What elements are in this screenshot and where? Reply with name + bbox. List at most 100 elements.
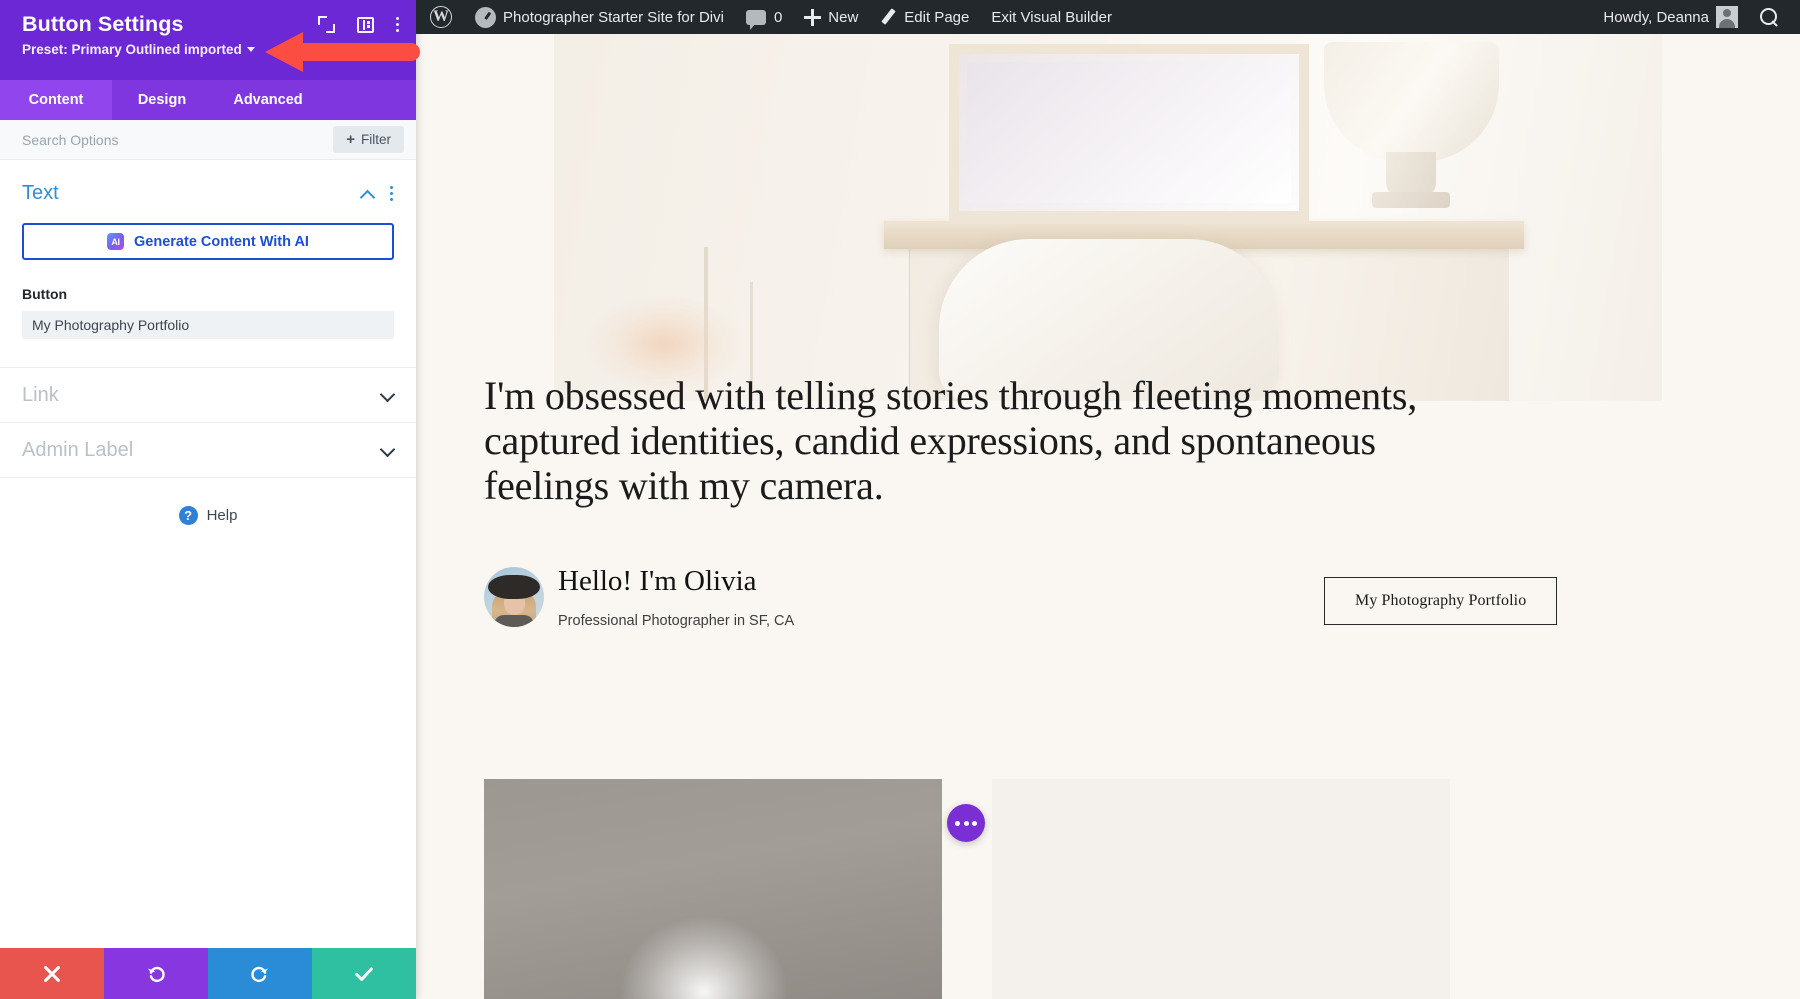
howdy-label: Howdy, Deanna [1603, 9, 1709, 26]
site-name-button[interactable]: Photographer Starter Site for Divi [464, 0, 735, 34]
app-root: W Photographer Starter Site for Divi 0 N… [0, 0, 1800, 999]
admin-label-section-title: Admin Label [22, 439, 133, 462]
site-name-label: Photographer Starter Site for Divi [503, 9, 724, 26]
comments-button[interactable]: 0 [735, 0, 793, 34]
chevron-down-icon[interactable] [381, 391, 394, 399]
photo-vase-bowl [1324, 42, 1499, 162]
avatar-body [494, 615, 534, 627]
ai-button-label: Generate Content With AI [134, 234, 309, 250]
search-icon [1760, 8, 1779, 27]
tab-design[interactable]: Design [112, 80, 212, 120]
exit-visual-builder-button[interactable]: Exit Visual Builder [980, 0, 1123, 34]
panel-body: Text AI Generate Content With AI Butt [0, 160, 416, 948]
tab-content[interactable]: Content [0, 80, 112, 120]
photo-picture-frame [949, 44, 1309, 224]
lower-image-card-left [484, 779, 942, 999]
section-kebab-dot-3 [390, 198, 393, 201]
close-x-icon [41, 963, 63, 985]
plus-icon: + [346, 132, 355, 147]
admin-search-button[interactable] [1749, 0, 1790, 34]
lower-image-card-right [992, 779, 1450, 999]
wordpress-logo-button[interactable]: W [416, 0, 464, 34]
filter-button[interactable]: + Filter [333, 126, 404, 153]
wordpress-logo-icon: W [430, 6, 452, 28]
text-section-title: Text [22, 182, 59, 205]
undo-arrow-icon [145, 963, 167, 985]
panel-header-icons [318, 16, 400, 33]
page-canvas: I'm obsessed with telling stories throug… [416, 34, 1800, 999]
panel-footer [0, 948, 416, 999]
photo-vase [1324, 42, 1499, 222]
save-button[interactable] [312, 948, 416, 999]
redo-arrow-icon [249, 963, 271, 985]
my-account-button[interactable]: Howdy, Deanna [1592, 0, 1749, 34]
exit-visual-builder-label: Exit Visual Builder [991, 9, 1112, 26]
preset-label: Preset: Primary Outlined imported [22, 42, 242, 57]
new-content-button[interactable]: New [793, 0, 869, 34]
cancel-button[interactable] [0, 948, 104, 999]
ellipsis-icon[interactable] [947, 804, 985, 842]
edit-page-label: Edit Page [904, 9, 969, 26]
comments-count: 0 [774, 9, 782, 26]
pencil-icon [880, 9, 897, 26]
photo-vase-base [1372, 192, 1450, 208]
admin-bar-left-group: W Photographer Starter Site for Divi 0 N… [416, 0, 1123, 34]
text-section-header: Text [22, 182, 394, 205]
author-row: Hello! I'm Olivia Professional Photograp… [484, 567, 1734, 647]
fab-dot-1 [955, 821, 960, 826]
user-avatar-icon [1716, 6, 1738, 28]
button-settings-panel: Button Settings Preset: Primary Outlined… [0, 0, 416, 999]
panel-layout-icon[interactable] [357, 17, 374, 33]
section-kebab-menu-icon[interactable] [390, 186, 394, 201]
hero-heading: I'm obsessed with telling stories throug… [484, 374, 1484, 508]
expand-icon[interactable] [318, 16, 335, 33]
section-kebab-dot-1 [390, 186, 393, 189]
button-field-label: Button [22, 286, 394, 302]
plus-icon [804, 9, 821, 26]
chevron-down-icon[interactable] [381, 446, 394, 454]
text-section: Text AI Generate Content With AI Butt [0, 160, 416, 368]
author-name: Hello! I'm Olivia [558, 564, 757, 599]
help-label: Help [207, 507, 238, 524]
button-text-input[interactable] [22, 311, 394, 339]
comment-bubble-icon [746, 10, 766, 25]
preset-dropdown[interactable]: Preset: Primary Outlined imported [22, 42, 255, 57]
tab-advanced[interactable]: Advanced [212, 80, 324, 120]
admin-bar-right-group: Howdy, Deanna [1592, 0, 1800, 34]
panel-header: Button Settings Preset: Primary Outlined… [0, 0, 416, 80]
section-kebab-dot-2 [390, 192, 393, 195]
undo-button[interactable] [104, 948, 208, 999]
text-section-icons [361, 186, 394, 201]
redo-button[interactable] [208, 948, 312, 999]
checkmark-icon [353, 963, 375, 985]
help-link[interactable]: ? Help [0, 506, 416, 525]
kebab-dot-2 [396, 23, 399, 26]
avatar-hat [488, 575, 540, 599]
kebab-dot-3 [396, 29, 399, 32]
fab-dot-2 [964, 821, 969, 826]
chevron-up-icon[interactable] [361, 190, 374, 198]
dashboard-icon [475, 7, 496, 28]
kebab-dot-1 [396, 17, 399, 20]
panel-tabs: Content Design Advanced [0, 80, 416, 120]
portfolio-cta-button[interactable]: My Photography Portfolio [1324, 577, 1557, 625]
hero-interior-photo [554, 34, 1662, 401]
chevron-down-icon [247, 47, 255, 52]
filter-label: Filter [361, 132, 391, 147]
kebab-menu-icon[interactable] [396, 16, 400, 33]
ai-sparkle-icon: AI [107, 233, 124, 250]
photo-frame-inner [967, 62, 1291, 203]
search-options-row: + Filter [0, 120, 416, 160]
avatar [484, 567, 544, 627]
generate-content-with-ai-button[interactable]: AI Generate Content With AI [22, 223, 394, 260]
new-label: New [828, 9, 858, 26]
search-input[interactable] [22, 132, 333, 148]
fab-dot-3 [972, 821, 977, 826]
edit-page-button[interactable]: Edit Page [869, 0, 980, 34]
author-role: Professional Photographer in SF, CA [558, 613, 794, 629]
link-section[interactable]: Link [0, 368, 416, 423]
admin-label-section[interactable]: Admin Label [0, 423, 416, 478]
wp-admin-bar: W Photographer Starter Site for Divi 0 N… [416, 0, 1800, 34]
question-mark-icon: ? [179, 506, 198, 525]
photo-vase-stem [1386, 152, 1436, 197]
